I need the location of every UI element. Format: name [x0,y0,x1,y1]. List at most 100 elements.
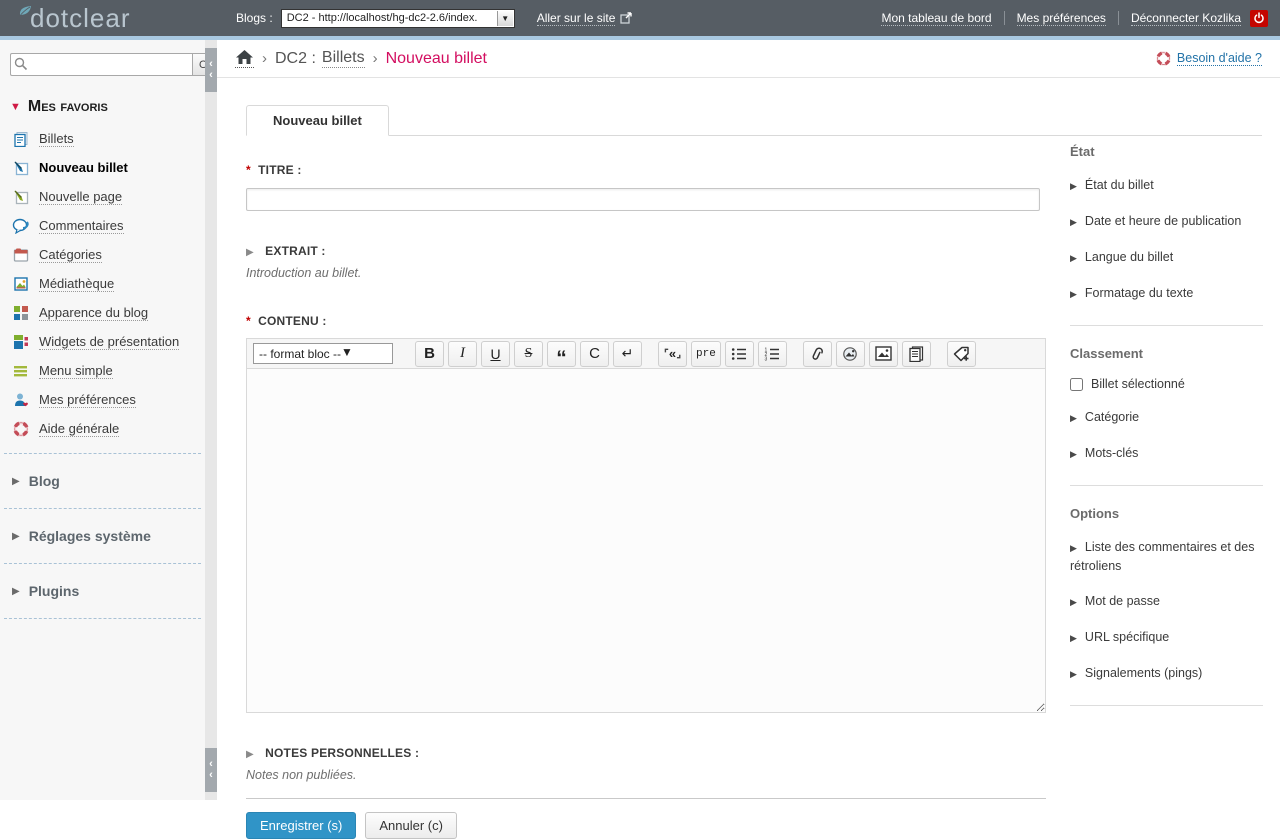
sidebar-divider [4,508,201,509]
panel-item-etat-du-billet[interactable]: ▶État du billet [1070,176,1263,195]
logout-link[interactable]: Déconnecter Kozlika [1131,11,1241,26]
dashboard-link[interactable]: Mon tableau de bord [881,11,991,26]
search-input[interactable] [10,53,192,76]
panel-item-signalements[interactable]: ▶Signalements (pings) [1070,664,1263,683]
breadcrumb-separator: › [262,50,267,67]
toolbar-external-media-button[interactable] [836,341,865,367]
toolbar-quote-button[interactable]: “ [547,341,576,367]
sidebar-item-apparence-du-blog[interactable]: Apparence du blog [0,298,205,327]
toolbar-citation-button[interactable] [902,341,931,367]
title-input[interactable] [246,188,1040,211]
fold-triangle-icon: ▶ [1070,633,1077,643]
topbar-separator [1118,11,1119,25]
sidebar-item-aide-generale[interactable]: Aide générale [0,414,205,443]
panel-item-date-publication[interactable]: ▶Date et heure de publication [1070,212,1263,231]
logo-text: dotclear [30,3,131,33]
cancel-button[interactable]: Annuler (c) [365,812,457,839]
panel-divider [1070,485,1263,486]
preferences-link[interactable]: Mes préférences [1017,11,1106,26]
post-form: Nouveau billet * Titre : ▶ Extrait : Int… [246,79,1046,839]
fold-triangle-icon: ▶ [12,531,20,542]
sidebar-item-label: Menu simple [39,363,113,379]
user-preferences-icon [12,391,29,408]
image-icon [875,346,892,361]
panel-item-mots-cles[interactable]: ▶Mots-clés [1070,444,1263,463]
fold-triangle-icon: ▶ [246,247,254,258]
breadcrumb: › DC2 : Billets › Nouveau billet Besoin … [217,40,1280,78]
blog-select[interactable]: DC2 - http://localhost/hg-dc2-2.6/index.… [281,9,515,28]
sidebar-item-widgets[interactable]: Widgets de présentation [0,327,205,356]
sidebar-item-commentaires[interactable]: Commentaires [0,211,205,240]
sidebar-item-categories[interactable]: Catégories [0,240,205,269]
blogs-label: Blogs : [236,11,273,25]
breadcrumb-billets-link[interactable]: Billets [322,49,365,68]
toolbar-italic-button[interactable]: I [448,341,477,367]
help-link[interactable]: Besoin d'aide ? [1177,51,1262,66]
panel-item-liste-commentaires[interactable]: ▶Liste des commentaires et des rétrolien… [1070,538,1263,575]
sidebar-section-plugins[interactable]: ▶ Plugins [0,574,205,608]
sidebar-item-menu-simple[interactable]: Menu simple [0,356,205,385]
panel-item-categorie[interactable]: ▶Catégorie [1070,408,1263,427]
toolbar-line-break-button[interactable]: ↵ [613,341,642,367]
toolbar-ordered-list-button[interactable]: 123 [758,341,787,367]
unordered-list-icon [731,347,747,361]
chevron-collapse-icon[interactable]: ‹‹ [205,748,217,792]
chevron-collapse-icon[interactable]: ‹‹ [205,48,217,92]
panel-item-formatage-texte[interactable]: ▶Formatage du texte [1070,284,1263,303]
logout-power-button[interactable] [1250,10,1268,27]
sidebar-item-label: Billets [39,131,74,147]
save-button[interactable]: Enregistrer (s) [246,812,356,839]
sidebar-divider [4,563,201,564]
notes-block: ▶ Notes personnelles : Notes non publiée… [246,744,1046,782]
breadcrumb-separator: › [373,50,378,67]
toolbar-link-button[interactable] [803,341,832,367]
new-page-icon [12,188,29,205]
categories-icon [12,246,29,263]
toolbar-add-tag-button[interactable] [947,341,976,367]
favorites-header[interactable]: ▼ Mes favoris [10,98,205,116]
external-link-icon [620,12,633,24]
sidebar-options-panel: État ▶État du billet ▶Date et heure de p… [1070,144,1263,726]
billet-selectionne-checkbox[interactable] [1070,378,1083,391]
panel-item-langue-billet[interactable]: ▶Langue du billet [1070,248,1263,267]
sidebar-item-billets[interactable]: Billets [0,124,205,153]
sidebar-item-nouveau-billet[interactable]: Nouveau billet [0,153,205,182]
toolbar-pre-button[interactable]: pre [691,341,721,367]
toolbar-strikethrough-button[interactable]: S [514,341,543,367]
panel-item-url-specifique[interactable]: ▶URL spécifique [1070,628,1263,647]
sidebar-section-reglages-systeme[interactable]: ▶ Réglages système [0,519,205,553]
home-link[interactable] [235,49,254,68]
breadcrumb-site: DC2 : [275,50,316,68]
dotclear-logo[interactable]: dotclear [18,3,208,33]
fold-triangle-icon: ▶ [1070,669,1077,679]
sidebar-section-blog[interactable]: ▶ Blog [0,464,205,498]
toolbar-code-button[interactable]: C [580,341,609,367]
toolbar-bold-button[interactable]: B [415,341,444,367]
sidebar-item-nouvelle-page[interactable]: Nouvelle page [0,182,205,211]
toolbar-underline-button[interactable]: U [481,341,510,367]
help-icon [12,420,29,437]
sidebar-item-label: Apparence du blog [39,305,148,321]
title-field-block: * Titre : [246,161,1046,211]
sidebar-item-mes-preferences[interactable]: Mes préférences [0,385,205,414]
block-format-select[interactable]: -- format bloc -- ▼ [253,343,393,364]
panel-item-mot-de-passe[interactable]: ▶Mot de passe [1070,592,1263,611]
title-label: Titre : [258,163,301,177]
sidebar-collapser[interactable]: ‹‹ ‹‹ [205,40,217,800]
toolbar-unordered-list-button[interactable] [725,341,754,367]
go-to-site-link[interactable]: Aller sur le site [537,11,616,26]
excerpt-toggle[interactable]: ▶ Extrait : [246,242,1046,260]
toolbar-blockquote-button[interactable]: ⌜«⌟ [658,341,687,367]
fold-triangle-icon: ▶ [12,586,20,597]
tab-nouveau-billet[interactable]: Nouveau billet [246,105,389,136]
panel-divider [1070,705,1263,706]
section-label: Plugins [29,583,80,599]
notes-hint: Notes non publiées. [246,768,1046,782]
excerpt-hint: Introduction au billet. [246,266,1046,280]
sidebar-divider [4,453,201,454]
toolbar-image-button[interactable] [869,341,898,367]
notes-toggle[interactable]: ▶ Notes personnelles : [246,744,1046,762]
content-textarea[interactable] [246,369,1046,713]
sidebar-item-mediatheque[interactable]: Médiathèque [0,269,205,298]
document-icon [908,346,924,362]
